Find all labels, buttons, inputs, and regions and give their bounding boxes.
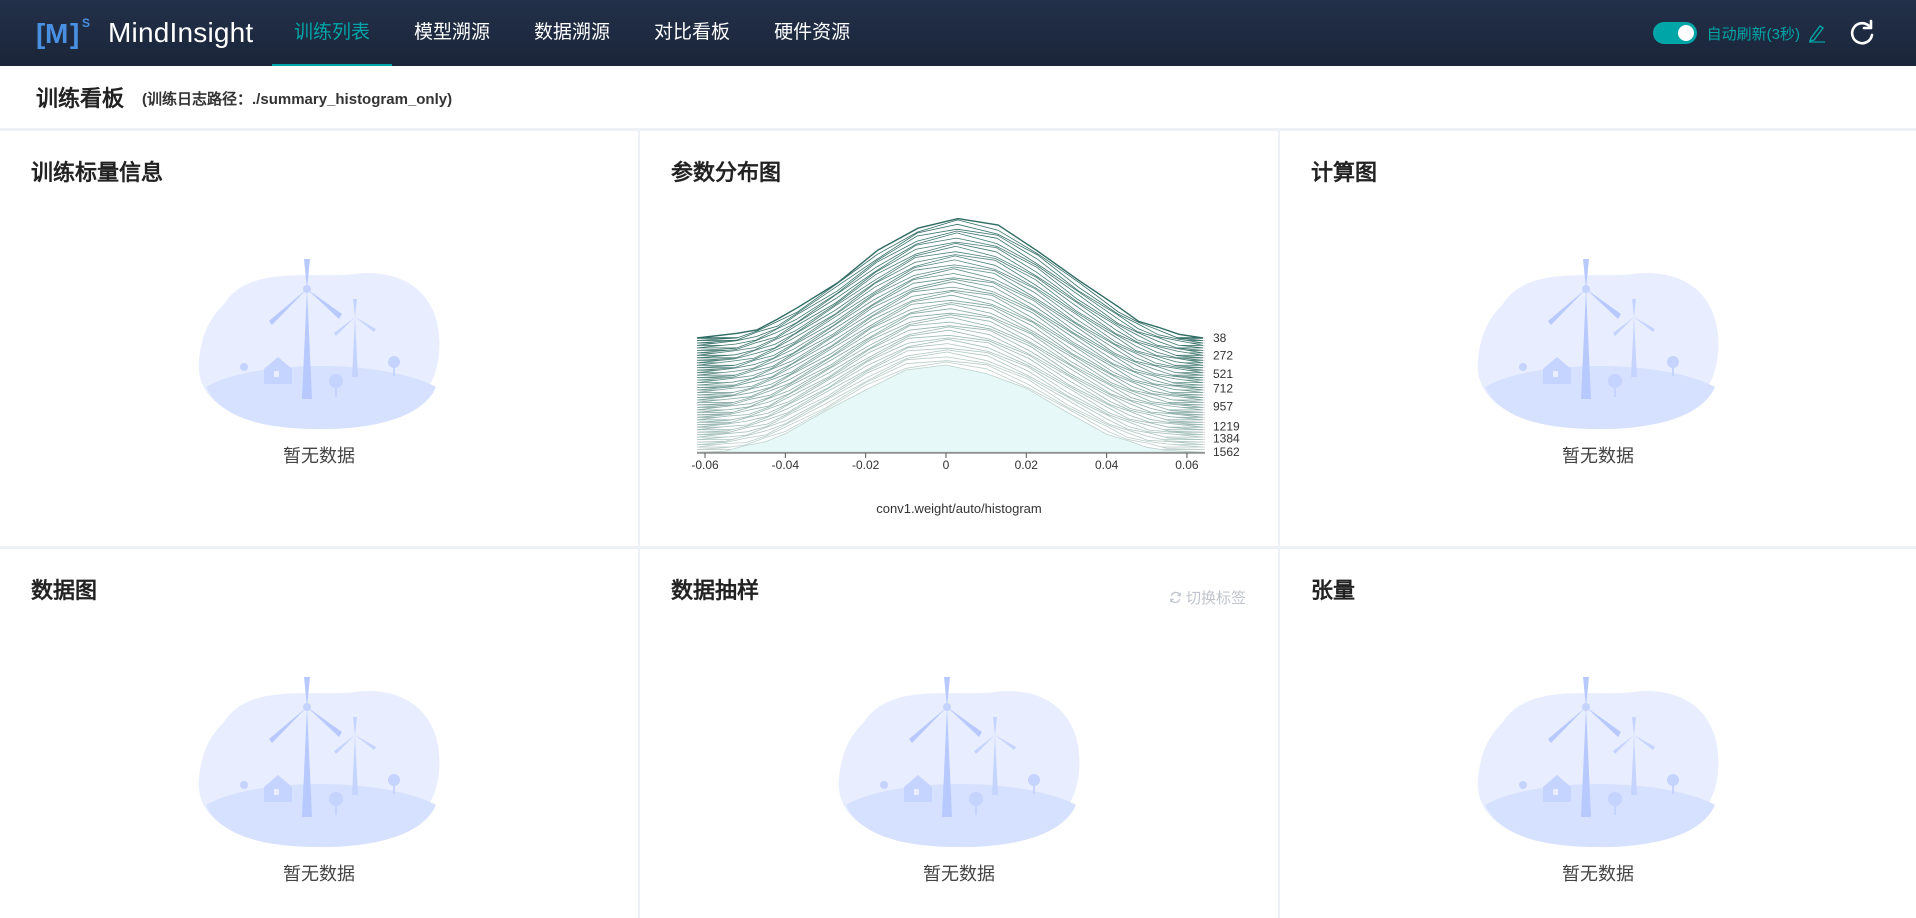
x-tick-label: -0.06	[691, 458, 719, 472]
card-title: 训练标量信息	[31, 160, 164, 185]
empty-state: 暂无数据	[640, 677, 1278, 886]
x-tick-label: 0.04	[1095, 458, 1119, 472]
histogram-chart[interactable]: -0.06 -0.04 -0.02 0 0.02 0.04 0.06 38 272 521712 9…	[640, 131, 1278, 546]
switch-tag-button[interactable]: 切换标签	[1169, 587, 1246, 608]
app-name: MindInsight	[108, 17, 254, 48]
nav-item-train-list[interactable]: 训练列表	[272, 0, 393, 66]
step-label: 1384	[1213, 432, 1240, 446]
auto-refresh-toggle[interactable]	[1652, 22, 1697, 44]
empty-state: 暂无数据	[0, 677, 638, 886]
empty-state: 暂无数据	[1280, 259, 1916, 468]
x-tick-label: 0.06	[1175, 458, 1199, 472]
histogram-tag-label: conv1.weight/auto/histogram	[876, 501, 1042, 516]
card-graph[interactable]: 计算图 暂无数据	[1280, 131, 1916, 546]
x-tick-label: 0	[943, 458, 950, 472]
auto-refresh-label: 自动刷新(3秒)	[1706, 25, 1800, 43]
card-title: 张量	[1311, 578, 1356, 603]
sync-icon	[1170, 591, 1181, 604]
x-tick-label: -0.04	[772, 458, 800, 472]
x-tick-label: -0.02	[852, 458, 880, 472]
no-data-illustration	[198, 259, 440, 430]
card-title: 计算图	[1311, 160, 1378, 185]
card-dataset-graph[interactable]: 数据图 暂无数据	[0, 549, 638, 918]
toggle-knob	[1677, 25, 1694, 41]
svg-text:[: [	[36, 18, 45, 49]
nav-item-compare-board[interactable]: 对比看板	[632, 0, 752, 64]
svg-text:M: M	[45, 18, 68, 49]
nav-item-hardware[interactable]: 硬件资源	[752, 0, 872, 64]
empty-text: 暂无数据	[923, 864, 995, 884]
log-path: (训练日志路径：./summary_histogram_only)	[142, 90, 453, 108]
edit-icon[interactable]	[1808, 23, 1826, 43]
empty-state: 暂无数据	[0, 259, 638, 468]
card-image[interactable]: 数据抽样 切换标签 暂无数据	[640, 549, 1278, 918]
nav-item-model-lineage[interactable]: 模型溯源	[392, 0, 512, 64]
no-data-illustration	[838, 677, 1080, 848]
empty-text: 暂无数据	[283, 864, 355, 884]
card-histogram[interactable]: 参数分布图 -0.06 -0.04 -0.02 0 0.02 0.04 0.06 38 272 5…	[640, 131, 1278, 546]
svg-text:S: S	[82, 16, 90, 30]
card-title: 数据抽样	[671, 578, 760, 603]
page-title: 训练看板	[36, 86, 125, 111]
card-scalar[interactable]: 训练标量信息 暂无数据	[0, 131, 638, 546]
refresh-icon[interactable]	[1848, 19, 1876, 47]
nav-item-data-lineage[interactable]: 数据溯源	[512, 0, 632, 64]
mindinsight-logo-icon: [ M ] S	[36, 14, 94, 52]
no-data-illustration	[1477, 677, 1719, 848]
no-data-illustration	[1477, 259, 1719, 430]
step-label: 957	[1213, 400, 1233, 414]
step-label: 38	[1213, 331, 1227, 345]
main-nav: 训练列表 模型溯源 数据溯源 对比看板 硬件资源	[272, 0, 872, 66]
card-title: 数据图	[31, 578, 98, 603]
x-tick-label: 0.02	[1015, 458, 1039, 472]
empty-text: 暂无数据	[1562, 864, 1634, 884]
card-tensor[interactable]: 张量 暂无数据	[1280, 549, 1916, 918]
dashboard-header: 训练看板 (训练日志路径：./summary_histogram_only)	[0, 66, 1916, 128]
no-data-illustration	[198, 677, 440, 848]
empty-text: 暂无数据	[283, 446, 355, 466]
step-label: 272	[1213, 349, 1233, 363]
svg-text:]: ]	[70, 18, 79, 49]
auto-refresh-controls: 自动刷新(3秒)	[1652, 0, 1876, 66]
empty-state: 暂无数据	[1280, 677, 1916, 886]
empty-text: 暂无数据	[1562, 446, 1634, 466]
top-navigation-bar: [ M ] S MindInsight 训练列表 模型溯源 数据溯源 对比看板 …	[0, 0, 1916, 66]
switch-tag-label: 切换标签	[1185, 590, 1246, 607]
step-label: 712	[1213, 381, 1233, 395]
app-logo[interactable]: [ M ] S MindInsight	[36, 14, 253, 52]
step-label: 1562	[1213, 445, 1240, 459]
step-label: 521	[1213, 367, 1233, 381]
